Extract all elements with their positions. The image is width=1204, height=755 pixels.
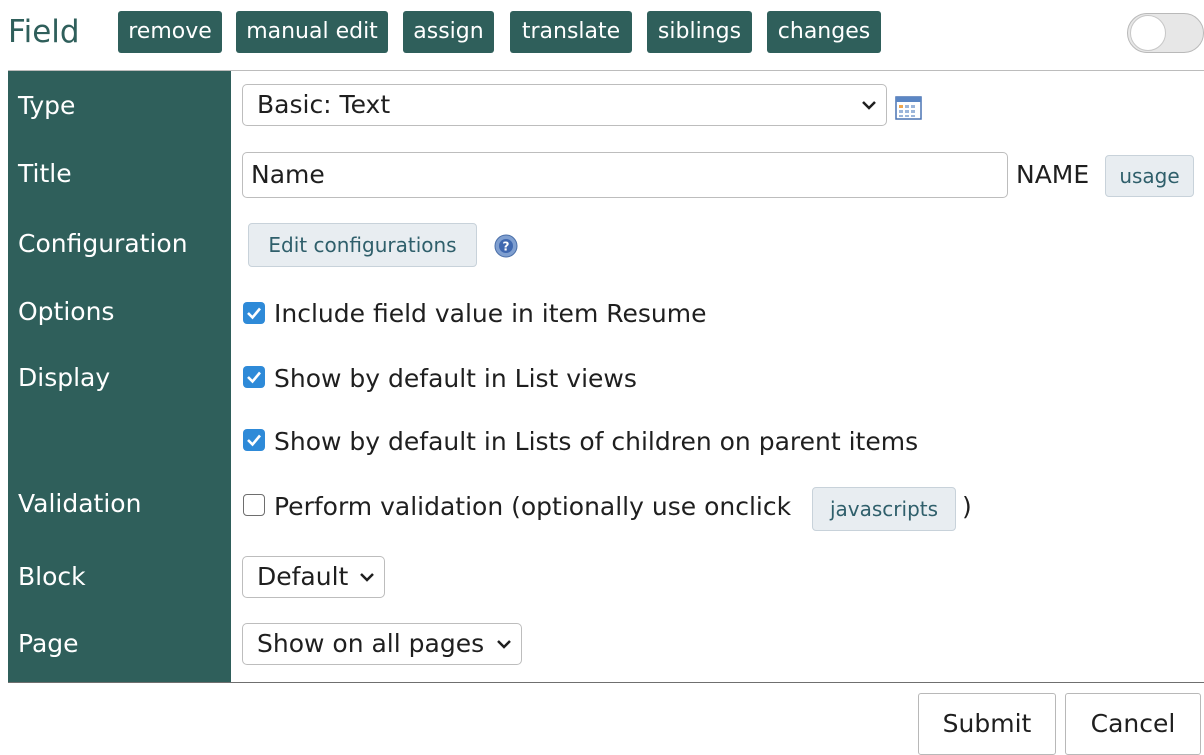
svg-text:?: ? [503, 240, 510, 254]
chevron-down-icon [497, 640, 511, 649]
bottom-divider [8, 682, 1204, 683]
validation-label: Validation [18, 489, 142, 518]
page-label: Page [18, 629, 79, 658]
type-select-value: Basic: Text [257, 90, 391, 119]
help-icon[interactable]: ? [494, 234, 518, 258]
display-label: Display [18, 363, 111, 392]
block-label: Block [18, 562, 86, 591]
page-title: Field [8, 14, 80, 50]
usage-button[interactable]: usage [1105, 155, 1194, 197]
children-lists-checkbox[interactable] [243, 429, 265, 451]
block-select[interactable]: Default [242, 556, 385, 598]
changes-button[interactable]: changes [767, 11, 881, 53]
manual-edit-button[interactable]: manual edit [236, 11, 388, 53]
assign-button[interactable]: assign [403, 11, 494, 53]
title-label: Title [18, 159, 72, 188]
page-select[interactable]: Show on all pages [242, 623, 522, 665]
title-input[interactable]: Name [242, 152, 1008, 198]
cancel-button[interactable]: Cancel [1065, 693, 1201, 755]
edit-configurations-button[interactable]: Edit configurations [248, 223, 477, 267]
type-label: Type [18, 91, 76, 120]
type-select[interactable]: Basic: Text [242, 84, 887, 126]
toggle-knob [1130, 15, 1166, 51]
chevron-down-icon [862, 101, 876, 110]
translate-button[interactable]: translate [510, 11, 632, 53]
options-label: Options [18, 297, 115, 326]
calendar-icon[interactable] [895, 96, 922, 120]
field-header: Field remove manual edit assign translat… [0, 0, 1204, 68]
check-icon [247, 371, 261, 384]
validation-close-paren: ) [962, 492, 972, 521]
toggle-switch[interactable] [1127, 13, 1204, 53]
resume-checkbox[interactable] [243, 302, 265, 324]
resume-checkbox-label: Include field value in item Resume [274, 299, 707, 328]
chevron-down-icon [360, 573, 374, 582]
javascripts-button[interactable]: javascripts [812, 487, 956, 531]
validation-checkbox-label: Perform validation (optionally use oncli… [274, 492, 792, 521]
siblings-button[interactable]: siblings [647, 11, 752, 53]
list-views-checkbox[interactable] [243, 366, 265, 388]
block-select-value: Default [257, 562, 349, 591]
title-code: NAME [1016, 160, 1090, 189]
validation-checkbox[interactable] [243, 494, 265, 516]
submit-button[interactable]: Submit [918, 693, 1056, 755]
check-icon [247, 434, 261, 447]
page-select-value: Show on all pages [257, 629, 485, 658]
children-lists-checkbox-label: Show by default in Lists of children on … [274, 427, 919, 456]
configuration-label: Configuration [18, 229, 188, 258]
list-views-checkbox-label: Show by default in List views [274, 364, 637, 393]
remove-button[interactable]: remove [118, 11, 222, 53]
check-icon [247, 307, 261, 320]
